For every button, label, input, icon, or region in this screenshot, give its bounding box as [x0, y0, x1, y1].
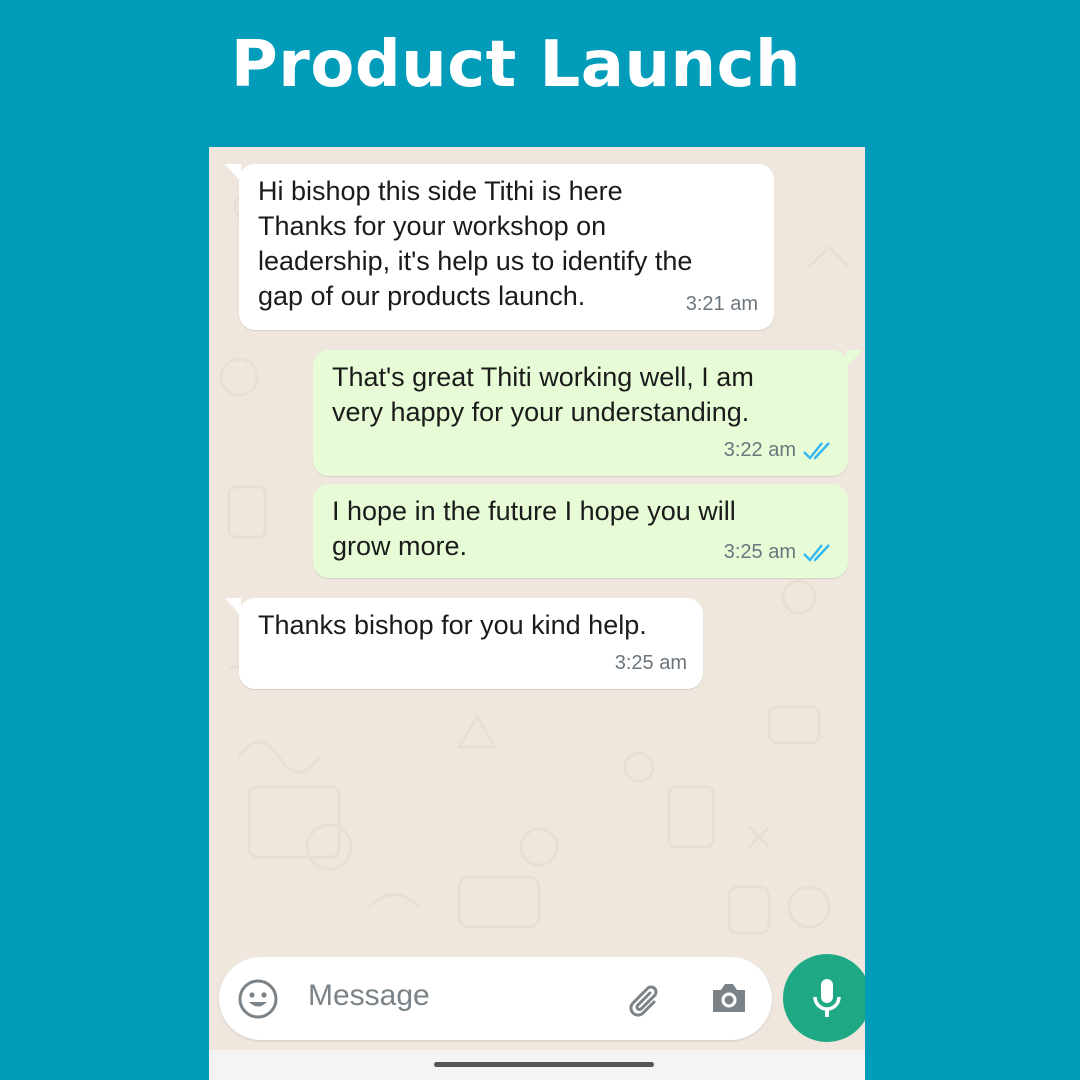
message-time: 3:21 am	[685, 293, 758, 315]
system-nav-bar	[209, 1050, 865, 1080]
double-check-read-icon	[803, 543, 830, 562]
emoji-icon[interactable]	[237, 978, 279, 1020]
message-input[interactable]: Message	[308, 979, 430, 1013]
message-text: That's great Thiti working well, I am ve…	[332, 362, 754, 427]
microphone-icon	[813, 979, 841, 1017]
message-composer[interactable]: Message	[219, 957, 772, 1040]
message-text: Hi bishop this side Tithi is here Thanks…	[258, 176, 693, 311]
message-time: 3:22 am	[723, 439, 796, 461]
bubble-tail	[225, 598, 241, 616]
message-time: 3:25 am	[723, 541, 796, 563]
voice-record-button[interactable]	[783, 954, 865, 1042]
message-time: 3:25 am	[614, 652, 687, 674]
message-bubble-incoming[interactable]: Hi bishop this side Tithi is here Thanks…	[225, 164, 774, 330]
message-bubble-outgoing[interactable]: I hope in the future I hope you will gro…	[313, 484, 848, 578]
attach-icon[interactable]	[624, 978, 666, 1020]
page-title: Product Launch	[230, 28, 802, 102]
home-indicator[interactable]	[434, 1062, 654, 1067]
message-text: Thanks bishop for you kind help.	[258, 610, 647, 640]
double-check-read-icon	[803, 441, 830, 460]
bubble-tail	[225, 164, 241, 182]
message-bubble-outgoing[interactable]: That's great Thiti working well, I am ve…	[313, 350, 862, 476]
camera-icon[interactable]	[709, 980, 749, 1016]
chat-screen: Hi bishop this side Tithi is here Thanks…	[209, 147, 865, 1080]
bubble-tail	[846, 350, 862, 368]
message-bubble-incoming[interactable]: Thanks bishop for you kind help. 3:25 am	[225, 598, 703, 689]
